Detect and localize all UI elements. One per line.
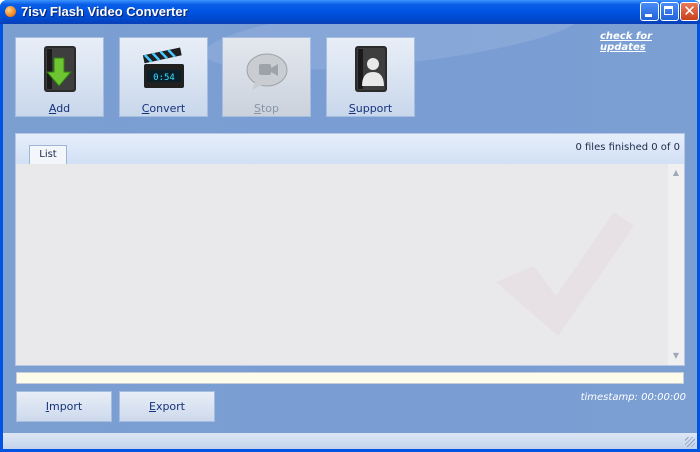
support-icon (355, 46, 387, 92)
list-header: List 0 files finished 0 of 0 (16, 134, 684, 164)
support-label-rest: upport (355, 102, 393, 115)
convert-label-rest: onvert (149, 102, 186, 115)
support-button[interactable]: Support (326, 37, 415, 117)
resize-grip-icon[interactable] (685, 437, 695, 447)
export-button[interactable]: Export (119, 391, 215, 422)
add-label-rest: dd (56, 102, 71, 115)
minimize-button[interactable] (640, 2, 659, 21)
scroll-up-icon[interactable]: ▲ (671, 168, 681, 178)
stop-button[interactable]: Stop (222, 37, 311, 117)
close-button[interactable]: ✕ (680, 2, 699, 21)
scroll-down-icon[interactable]: ▼ (671, 351, 681, 361)
convert-button[interactable]: 0:54 Convert (119, 37, 208, 117)
support-mnemonic: S (348, 102, 356, 115)
list-scrollbar[interactable]: ▲ ▼ (668, 164, 684, 365)
export-mnemonic: E (148, 400, 156, 413)
title-bar[interactable]: 7isv Flash Video Converter ✕ (0, 0, 700, 24)
export-label-rest: xport (155, 400, 185, 413)
stop-icon (246, 53, 288, 90)
import-button[interactable]: Import (16, 391, 112, 422)
stop-label-rest: top (260, 102, 279, 115)
check-for-updates-link[interactable]: check for updates (600, 31, 697, 53)
timestamp-label: timestamp: 00:00:00 (580, 392, 686, 403)
clapperboard-icon: 0:54 (142, 47, 184, 88)
maximize-button[interactable] (660, 2, 679, 21)
window-title: 7isv Flash Video Converter (21, 4, 188, 19)
app-icon (5, 6, 16, 17)
file-list[interactable] (16, 164, 668, 365)
convert-clock-text: 0:54 (153, 73, 175, 83)
files-status: 0 files finished 0 of 0 (575, 142, 680, 153)
status-bar (3, 433, 697, 449)
checkmark-watermark-icon (496, 212, 634, 336)
progress-bar (16, 372, 684, 384)
stop-mnemonic: S (253, 102, 261, 115)
client-area: check for updates Add 0:54 Convert Stop … (3, 24, 697, 449)
add-button[interactable]: Add (15, 37, 104, 117)
app-window: 7isv Flash Video Converter ✕ check for u… (0, 0, 700, 452)
close-icon: ✕ (683, 2, 696, 20)
add-icon (44, 46, 76, 92)
tab-list[interactable]: List (29, 145, 67, 164)
import-label-rest: mport (48, 400, 83, 413)
file-list-panel: List 0 files finished 0 of 0 ▲ ▼ (15, 133, 685, 366)
